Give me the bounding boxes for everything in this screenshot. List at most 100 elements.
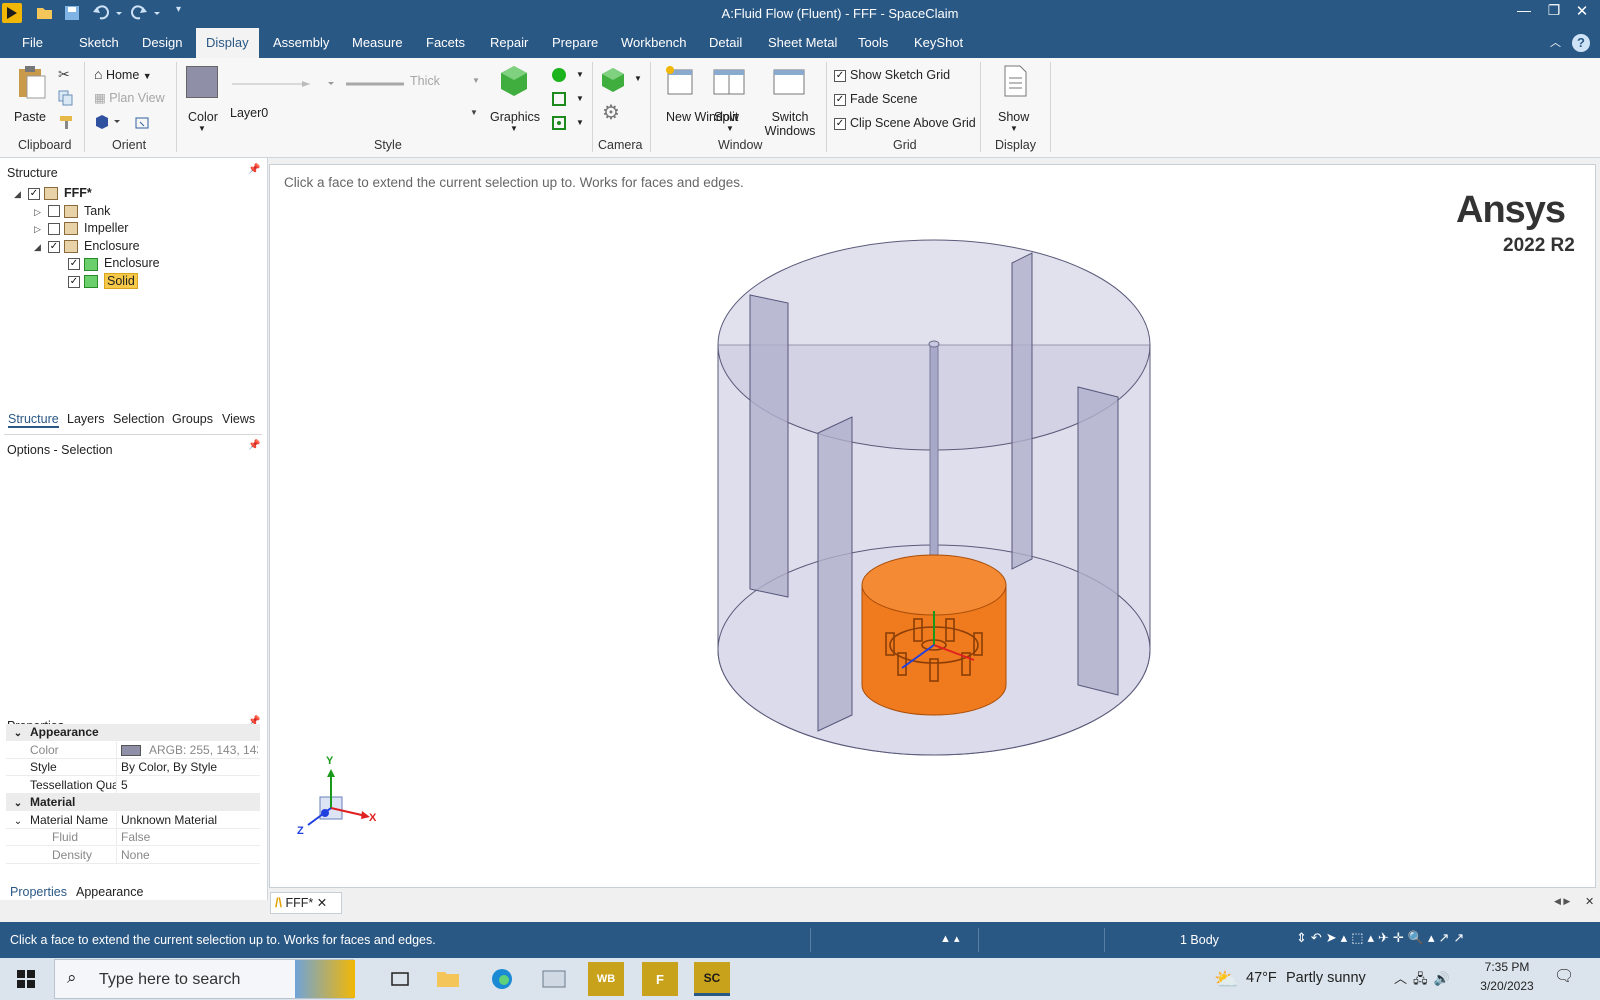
- menu-sheet-metal[interactable]: Sheet Metal: [768, 28, 837, 58]
- line-style-selector[interactable]: [232, 78, 336, 93]
- chevron-down-icon[interactable]: ▼: [576, 118, 584, 127]
- visibility-checkbox[interactable]: ✓: [28, 187, 40, 200]
- show-sketch-grid-checkbox[interactable]: ✓ Show Sketch Grid: [834, 68, 950, 82]
- property-row[interactable]: Tessellation Qua 5: [6, 776, 260, 794]
- save-icon[interactable]: [64, 5, 80, 24]
- collapse-icon[interactable]: ⌄: [6, 725, 30, 742]
- visibility-checkbox[interactable]: ✓: [48, 240, 60, 253]
- collapsed-icon[interactable]: ▷: [34, 220, 48, 238]
- close-button[interactable]: ✕: [1572, 2, 1592, 20]
- expanded-icon[interactable]: ◢: [34, 238, 48, 256]
- tab-properties[interactable]: Properties: [10, 885, 67, 899]
- property-row[interactable]: Style By Color, By Style: [6, 759, 260, 776]
- property-row[interactable]: ⌄ Material Name Unknown Material: [6, 811, 260, 830]
- open-icon[interactable]: [36, 5, 54, 24]
- edge-icon[interactable]: [484, 962, 520, 996]
- pin-icon[interactable]: 📌: [248, 440, 260, 451]
- style-more-icon[interactable]: ▼: [470, 108, 478, 117]
- menu-facets[interactable]: Facets: [426, 28, 465, 58]
- chevron-down-icon[interactable]: ▼: [472, 76, 480, 85]
- ribbon-collapse-icon[interactable]: ︿: [1550, 34, 1561, 50]
- visibility-checkbox[interactable]: [48, 222, 60, 235]
- menu-detail[interactable]: Detail: [709, 28, 742, 58]
- property-value[interactable]: Unknown Material: [116, 811, 258, 829]
- undo-icon[interactable]: [92, 4, 122, 25]
- menu-file[interactable]: File: [22, 28, 43, 58]
- color-button[interactable]: Color ▼: [184, 64, 220, 133]
- menu-sketch[interactable]: Sketch: [79, 28, 119, 58]
- tab-selection[interactable]: Selection: [113, 412, 164, 426]
- workbench-taskbar-button[interactable]: WB: [588, 962, 624, 996]
- property-category[interactable]: ⌄ Material: [6, 794, 260, 811]
- menu-assembly[interactable]: Assembly: [273, 28, 329, 58]
- collapse-icon[interactable]: ⌄: [6, 813, 30, 830]
- menu-repair[interactable]: Repair: [490, 28, 528, 58]
- notifications-icon[interactable]: 🗨: [1554, 966, 1574, 986]
- line-weight-selector[interactable]: [346, 78, 406, 93]
- menu-workbench[interactable]: Workbench: [621, 28, 687, 58]
- clock-time[interactable]: 7:35 PM: [1478, 960, 1536, 974]
- fade-scene-checkbox[interactable]: ✓ Fade Scene: [834, 92, 917, 106]
- menu-tools[interactable]: Tools: [858, 28, 888, 58]
- redo-icon[interactable]: [130, 4, 160, 25]
- tree-item[interactable]: ◢ ✓ Enclosure: [34, 237, 140, 255]
- scroll-left-icon[interactable]: ◀ ▶: [1554, 896, 1570, 907]
- split-button[interactable]: Split ▼: [712, 64, 752, 138]
- display-style-green-dot-icon[interactable]: [552, 68, 566, 82]
- status-tools[interactable]: ⇕↶➤▴⬚▴✈✛🔍▴↗↗: [1296, 930, 1468, 946]
- visibility-checkbox[interactable]: ✓: [68, 258, 80, 271]
- format-painter-icon[interactable]: [58, 114, 74, 133]
- fluent-taskbar-button[interactable]: F: [642, 962, 678, 996]
- view-cube-button[interactable]: [94, 114, 124, 133]
- task-view-icon[interactable]: [382, 962, 418, 996]
- collapse-icon[interactable]: ⌄: [6, 795, 30, 812]
- vertex-display-icon[interactable]: [552, 116, 566, 133]
- copy-icon[interactable]: [58, 90, 74, 109]
- property-value[interactable]: ARGB: 255, 143, 143: [116, 741, 258, 759]
- tree-item[interactable]: ✓ Enclosure: [54, 254, 160, 272]
- plan-view-button[interactable]: ▦ Plan View: [94, 90, 165, 105]
- chevron-down-icon[interactable]: ▼: [576, 70, 584, 79]
- tree-item[interactable]: ◢ ✓ FFF*: [14, 184, 92, 202]
- zoom-extents-icon[interactable]: [134, 114, 152, 135]
- tab-views[interactable]: Views: [222, 412, 255, 426]
- visibility-checkbox[interactable]: ✓: [68, 275, 80, 288]
- tab-structure[interactable]: Structure: [8, 412, 59, 428]
- property-value[interactable]: By Color, By Style: [116, 759, 258, 776]
- spaceclaim-taskbar-button[interactable]: SC: [694, 962, 730, 996]
- property-category[interactable]: ⌄ Appearance: [6, 724, 260, 741]
- property-value[interactable]: False: [116, 829, 258, 846]
- minimize-button[interactable]: —: [1514, 2, 1534, 18]
- design-viewport[interactable]: Click a face to extend the current selec…: [269, 164, 1596, 888]
- selection-filter-icon[interactable]: ▲ ▴: [940, 932, 959, 945]
- switch-windows-button[interactable]: Switch Windows: [758, 64, 820, 138]
- cut-icon[interactable]: ✂: [58, 66, 70, 83]
- menu-design[interactable]: Design: [142, 28, 182, 58]
- clock-date[interactable]: 3/20/2023: [1474, 979, 1540, 993]
- show-button[interactable]: Show ▼: [996, 64, 1036, 138]
- graphics-button[interactable]: Graphics ▼: [490, 64, 540, 134]
- close-tab-icon[interactable]: ✕: [317, 896, 327, 910]
- tree-item[interactable]: ▷ Tank: [34, 202, 110, 220]
- property-value[interactable]: 5: [116, 776, 258, 794]
- start-button[interactable]: [8, 962, 44, 996]
- expanded-icon[interactable]: ◢: [14, 185, 28, 203]
- weather-icon[interactable]: ⛅: [1214, 967, 1239, 992]
- menu-prepare[interactable]: Prepare: [552, 28, 598, 58]
- restore-button[interactable]: ❐: [1544, 2, 1564, 19]
- customize-qat-icon[interactable]: ▾: [176, 4, 181, 15]
- tab-layers[interactable]: Layers: [67, 412, 105, 426]
- search-box[interactable]: ⌕ Type here to search: [54, 959, 355, 999]
- tray-icons[interactable]: ︿🖧🔊: [1394, 968, 1456, 992]
- tab-appearance[interactable]: Appearance: [76, 885, 143, 899]
- chevron-down-icon[interactable]: ▼: [634, 74, 642, 83]
- property-row[interactable]: Color ARGB: 255, 143, 143: [6, 741, 260, 759]
- layer-selector[interactable]: Layer0: [230, 106, 268, 120]
- collapsed-icon[interactable]: ▷: [34, 203, 48, 221]
- model-geometry[interactable]: [270, 165, 1597, 889]
- property-value[interactable]: None: [116, 846, 258, 864]
- camera-settings-icon[interactable]: ⚙: [602, 100, 620, 125]
- tree-item[interactable]: ▷ Impeller: [34, 219, 128, 237]
- help-icon[interactable]: ?: [1572, 34, 1590, 52]
- edge-display-icon[interactable]: [552, 92, 566, 109]
